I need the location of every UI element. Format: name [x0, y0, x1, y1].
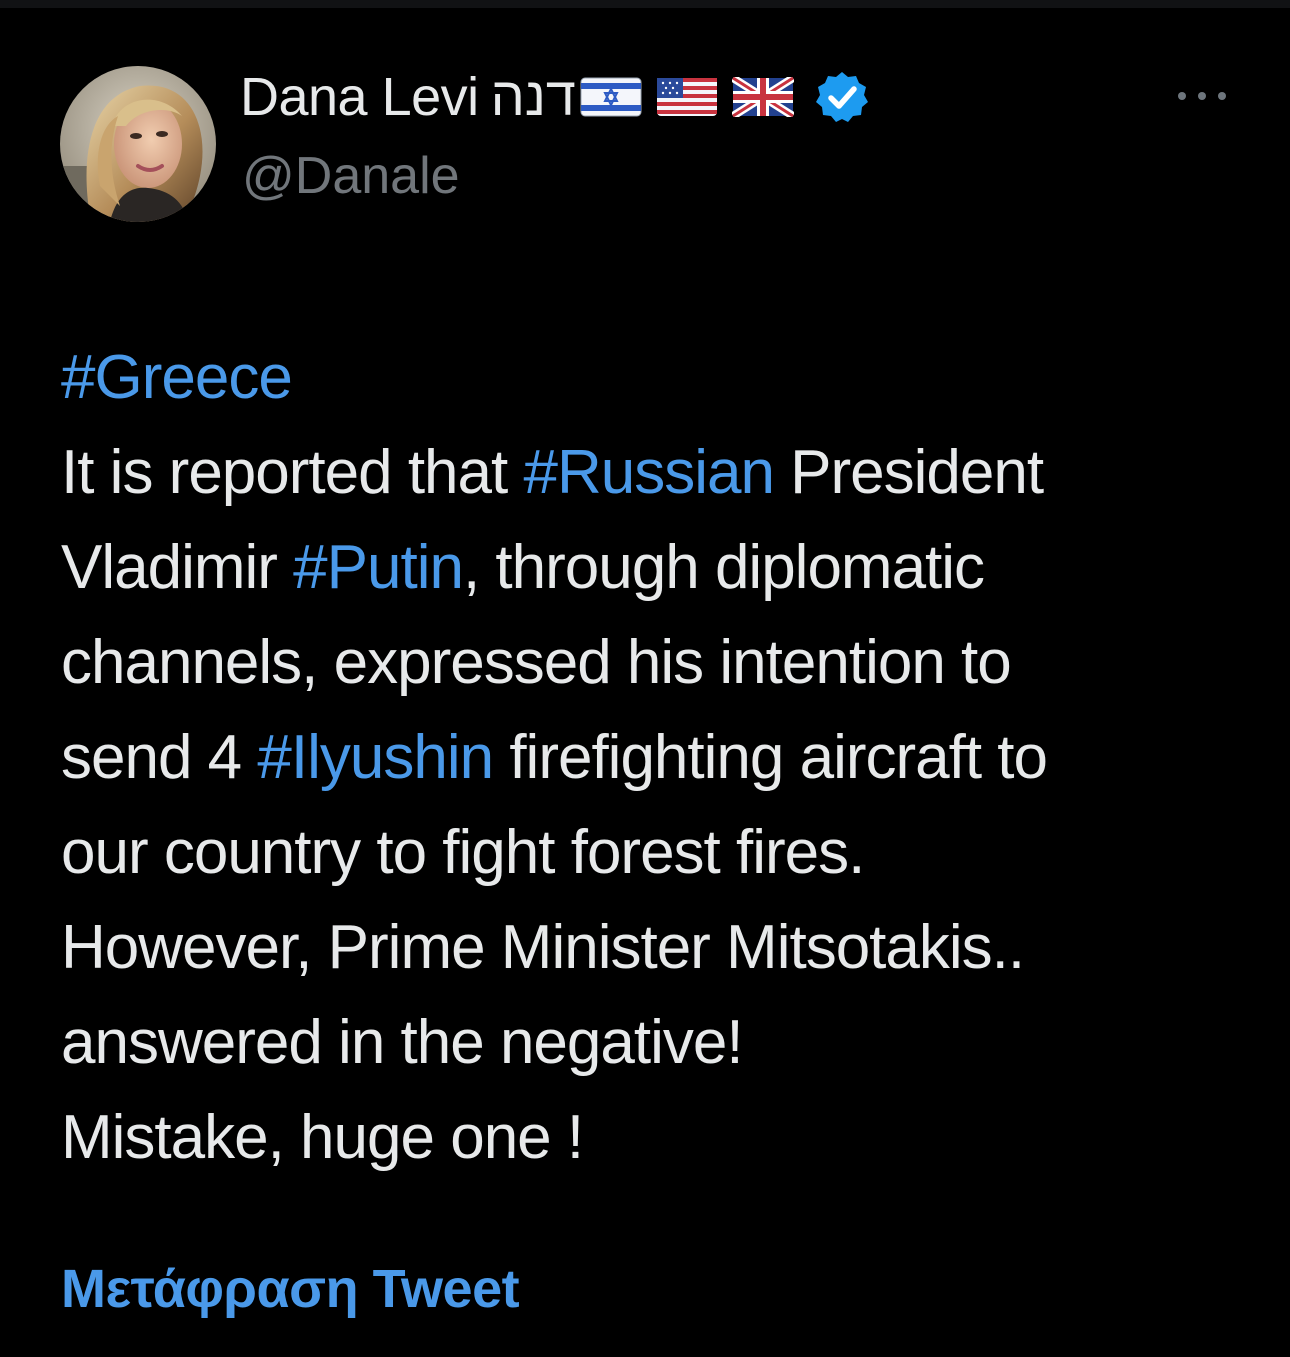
- tweet-text-segment: It is reported that: [61, 438, 524, 507]
- more-horizontal-icon: [1198, 92, 1206, 100]
- hashtag-link[interactable]: #Putin: [293, 533, 464, 602]
- tweet-text-line: our country to fight forest fires.: [61, 805, 1261, 900]
- hashtag-link[interactable]: #Ilyushin: [257, 723, 494, 792]
- author-name-row[interactable]: Dana Levi דנה: [240, 62, 870, 132]
- author-handle[interactable]: @Danale: [242, 146, 460, 206]
- hashtag-link[interactable]: #Greece: [61, 343, 293, 412]
- tweet-text-segment: send 4: [61, 723, 258, 792]
- tweet-text-line: #Greece: [61, 330, 1261, 425]
- more-options-button[interactable]: [1178, 84, 1226, 108]
- tweet-text-line: It is reported that #Russian President: [61, 425, 1261, 520]
- usa-flag-icon: [656, 77, 718, 117]
- tweet-text-segment: answered in the negative!: [61, 1008, 744, 1077]
- tweet-text-segment: Vladimir: [61, 533, 294, 602]
- tweet-text-line: Vladimir #Putin, through diplomatic: [61, 520, 1261, 615]
- uk-flag-icon: [731, 77, 794, 117]
- israel-flag-icon: [580, 77, 642, 117]
- tweet-text-line: answered in the negative!: [61, 995, 1261, 1090]
- tweet-text-line: However, Prime Minister Mitsotakis..: [61, 900, 1261, 995]
- tweet-text-line: channels, expressed his intention to: [61, 615, 1261, 710]
- verified-badge-icon[interactable]: [814, 69, 870, 125]
- tweet-text-segment: firefighting aircraft to: [493, 723, 1048, 792]
- tweet-text-segment: , through diplomatic: [462, 533, 985, 602]
- more-horizontal-icon: [1178, 92, 1186, 100]
- more-horizontal-icon: [1218, 92, 1226, 100]
- author-name-hebrew[interactable]: דנה: [491, 66, 576, 128]
- tweet-text-segment: channels, expressed his intention to: [61, 628, 1012, 697]
- tweet-text-segment: President: [773, 438, 1044, 507]
- hashtag-link[interactable]: #Russian: [523, 438, 774, 507]
- author-display-name[interactable]: Dana Levi: [240, 66, 479, 128]
- translate-tweet-link[interactable]: Μετάφραση Tweet: [61, 1258, 520, 1320]
- tweet-text-segment: Mistake, huge one !: [61, 1103, 584, 1172]
- avatar[interactable]: [60, 66, 216, 222]
- tweet-text-line: Mistake, huge one !: [61, 1090, 1261, 1185]
- tweet-text: #Greece It is reported that #Russian Pres…: [61, 330, 1261, 1185]
- top-strip: [0, 0, 1290, 8]
- tweet-text-segment: However, Prime Minister Mitsotakis..: [61, 913, 1025, 982]
- tweet-text-line: send 4 #Ilyushin firefighting aircraft t…: [61, 710, 1261, 805]
- profile-photo: [60, 66, 216, 222]
- tweet-text-segment: our country to fight forest fires.: [61, 818, 865, 887]
